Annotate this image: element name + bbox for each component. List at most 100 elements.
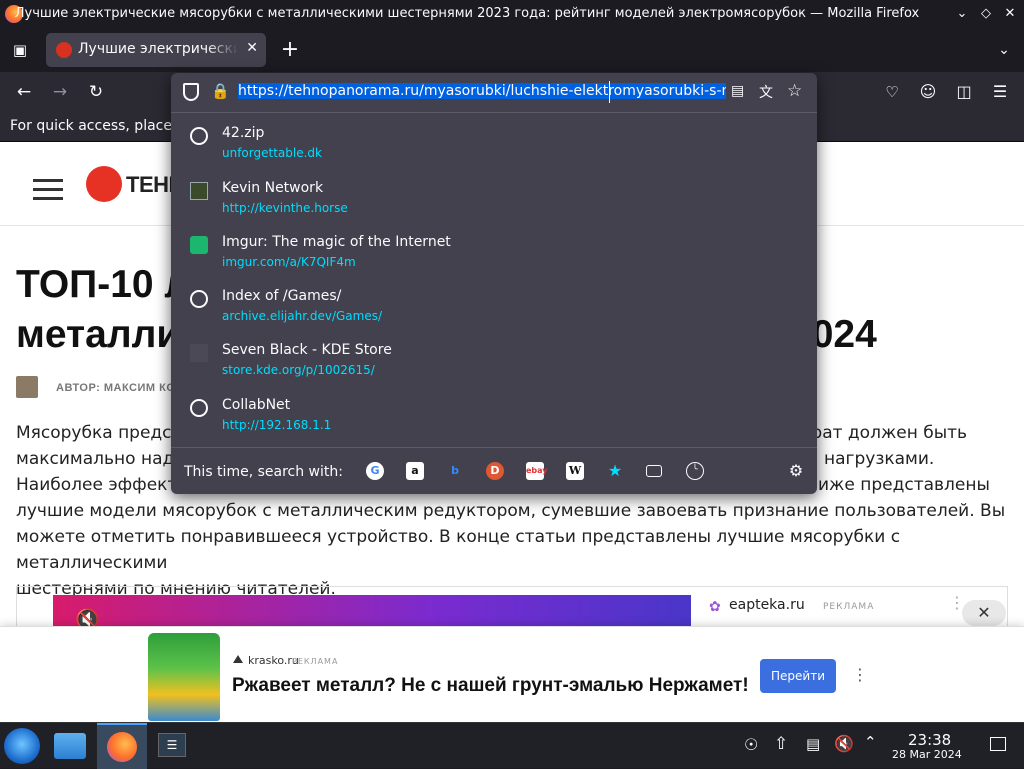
ebay-icon[interactable]: ebay xyxy=(526,462,548,480)
urlbar-dropdown: 🔒 https://tehnopanorama.ru/myasorubki/lu… xyxy=(171,73,817,494)
globe-icon xyxy=(190,399,208,417)
article-title: ТОП-10 л металли xyxy=(16,260,189,360)
reader-view-icon[interactable]: ▤ xyxy=(731,83,744,99)
firefox-view-icon[interactable]: ▣ xyxy=(6,36,34,64)
close-window-icon[interactable]: ✕ xyxy=(1000,4,1020,24)
paint-bucket-image xyxy=(148,633,220,721)
account-icon[interactable]: ☺ xyxy=(914,78,942,106)
notifications-icon[interactable]: ☉ xyxy=(744,735,758,754)
suggestion-row[interactable]: Kevin Network http://kevinthe.horse xyxy=(171,172,817,226)
suggestion-title: CollabNet xyxy=(222,397,291,413)
tehnopanorama-favicon xyxy=(56,42,72,58)
minimize-icon[interactable]: ⌄ xyxy=(952,4,972,24)
suggestion-title: 42.zip xyxy=(222,125,265,141)
suggestion-url: http://192.168.1.1 xyxy=(222,418,332,432)
forward-icon[interactable]: → xyxy=(46,78,74,106)
ad-badge: РЕКЛАМА xyxy=(292,657,339,666)
tracking-protection-shield-icon[interactable] xyxy=(183,83,199,101)
amazon-icon[interactable]: a xyxy=(406,462,424,480)
close-tab-icon[interactable]: ✕ xyxy=(246,40,258,56)
suggestion-row[interactable]: Index of /Games/ archive.elijahr.dev/Gam… xyxy=(171,280,817,334)
pocket-icon[interactable]: ♡ xyxy=(878,78,906,106)
update-icon[interactable]: ⇧ xyxy=(774,734,788,754)
hamburger-menu-icon[interactable] xyxy=(33,173,63,206)
bing-icon[interactable]: b xyxy=(446,462,464,480)
bookmark-star-icon[interactable]: ☆ xyxy=(787,81,802,101)
suggestion-title: Index of /Games/ xyxy=(222,288,342,304)
tab-active[interactable]: Лучшие электрические мясорубки ✕ xyxy=(46,33,266,67)
close-ad-button[interactable]: ✕ xyxy=(962,600,1006,626)
ad-headline[interactable]: Ржавеет металл? Не с нашей грунт-эмалью … xyxy=(232,675,749,697)
suggestion-url: archive.elijahr.dev/Games/ xyxy=(222,309,383,323)
krasko-logo-icon xyxy=(233,655,243,663)
one-off-search-bar: This time, search with: G a b D ebay W ★… xyxy=(171,447,817,494)
clock-time[interactable]: 23:38 xyxy=(908,731,951,749)
firefox-taskbar-item[interactable] xyxy=(97,723,147,769)
ad-badge: РЕКЛАМА xyxy=(823,602,875,612)
suggestion-row[interactable]: CollabNet http://192.168.1.1 xyxy=(171,389,817,443)
blank-favicon xyxy=(190,344,208,362)
bookmarks-hint: For quick access, place y xyxy=(10,118,185,134)
globe-icon xyxy=(190,127,208,145)
globe-icon xyxy=(190,290,208,308)
settings-mixer-icon[interactable]: ☰ xyxy=(158,733,186,757)
tray-expand-icon[interactable]: ⌃ xyxy=(864,733,877,751)
list-all-tabs-icon[interactable]: ⌄ xyxy=(990,36,1018,64)
urlbar[interactable]: 🔒 https://tehnopanorama.ru/myasorubki/lu… xyxy=(171,73,817,113)
clock-date[interactable]: 28 Mar 2024 xyxy=(892,748,962,761)
eapteka-logo-icon: ✿ xyxy=(709,599,721,615)
suggestion-url: unforgettable.dk xyxy=(222,146,322,160)
body-line: можете отметить понравившееся устройство… xyxy=(16,527,901,573)
wikipedia-icon[interactable]: W xyxy=(566,462,584,480)
show-desktop-icon[interactable] xyxy=(990,737,1006,751)
back-icon[interactable]: ← xyxy=(10,78,38,106)
menu-icon[interactable]: ☰ xyxy=(986,78,1014,106)
title-line-2: металли xyxy=(16,313,181,356)
tabs-search-icon[interactable] xyxy=(646,465,662,477)
suggestion-row[interactable]: 42.zip unforgettable.dk xyxy=(171,117,817,171)
suggestion-row[interactable]: Seven Black - KDE Store store.kde.org/p/… xyxy=(171,334,817,388)
translate-icon[interactable]: 文 xyxy=(759,82,773,102)
more-options-icon[interactable]: ⋮ xyxy=(852,665,868,684)
suggestion-url: store.kde.org/p/1002615/ xyxy=(222,363,375,377)
ad-advertiser[interactable]: eapteka.ru xyxy=(729,597,805,613)
url-input[interactable]: https://tehnopanorama.ru/myasorubki/luch… xyxy=(238,83,726,103)
window-title: Лучшие электрические мясорубки с металли… xyxy=(14,6,920,21)
suggestion-url: imgur.com/a/K7QIF4m xyxy=(222,255,356,269)
suggestion-url: http://kevinthe.horse xyxy=(222,201,348,215)
author-avatar xyxy=(16,376,38,398)
clipboard-icon[interactable]: ▤ xyxy=(806,735,820,753)
extensions-icon[interactable]: ◫ xyxy=(950,78,978,106)
duckduckgo-icon[interactable]: D xyxy=(486,462,504,480)
ad-banner-bottom[interactable]: krasko.ru РЕКЛАМА Ржавеет металл? Не с н… xyxy=(0,626,1024,722)
reload-icon[interactable]: ↻ xyxy=(82,78,110,106)
ad-cta-button[interactable]: Перейти xyxy=(760,659,836,693)
window-titlebar: Лучшие электрические мясорубки с металли… xyxy=(0,0,1024,28)
lock-icon[interactable]: 🔒 xyxy=(211,82,230,100)
suggestion-title: Imgur: The magic of the Internet xyxy=(222,234,451,250)
bookmarks-search-icon[interactable]: ★ xyxy=(606,462,624,480)
suggestion-title: Seven Black - KDE Store xyxy=(222,342,392,358)
google-icon[interactable]: G xyxy=(366,462,384,480)
text-cursor-icon xyxy=(609,81,611,103)
author-line: АВТОР: МАКСИМ КО xyxy=(56,382,176,394)
new-tab-icon[interactable]: + xyxy=(276,36,304,64)
tab-strip: ▣ Лучшие электрические мясорубки ✕ + ⌄ xyxy=(0,28,1024,72)
body-line: лучшие модели мясорубок с металлическим … xyxy=(16,501,1006,521)
history-search-icon[interactable]: ╰ xyxy=(686,462,704,480)
file-manager-icon[interactable] xyxy=(54,733,86,759)
kevin-favicon xyxy=(190,182,208,200)
volume-muted-icon[interactable]: 🔇 xyxy=(834,734,854,753)
logo-mark-icon xyxy=(86,166,122,202)
start-menu-icon[interactable] xyxy=(4,728,40,764)
suggestion-row[interactable]: Imgur: The magic of the Internet imgur.c… xyxy=(171,226,817,280)
title-line-1: ТОП-10 л xyxy=(16,263,190,306)
taskbar: ☰ ☉ ⇧ ▤ 🔇 ⌃ 23:38 28 Mar 2024 xyxy=(0,722,1024,769)
search-settings-gear-icon[interactable]: ⚙ xyxy=(787,462,805,480)
imgur-favicon xyxy=(190,236,208,254)
maximize-icon[interactable]: ◇ xyxy=(976,4,996,24)
tab-label: Лучшие электрические мясорубки xyxy=(78,41,238,57)
firefox-icon xyxy=(107,732,137,762)
search-with-label: This time, search with: xyxy=(184,464,343,480)
suggestion-title: Kevin Network xyxy=(222,180,324,196)
